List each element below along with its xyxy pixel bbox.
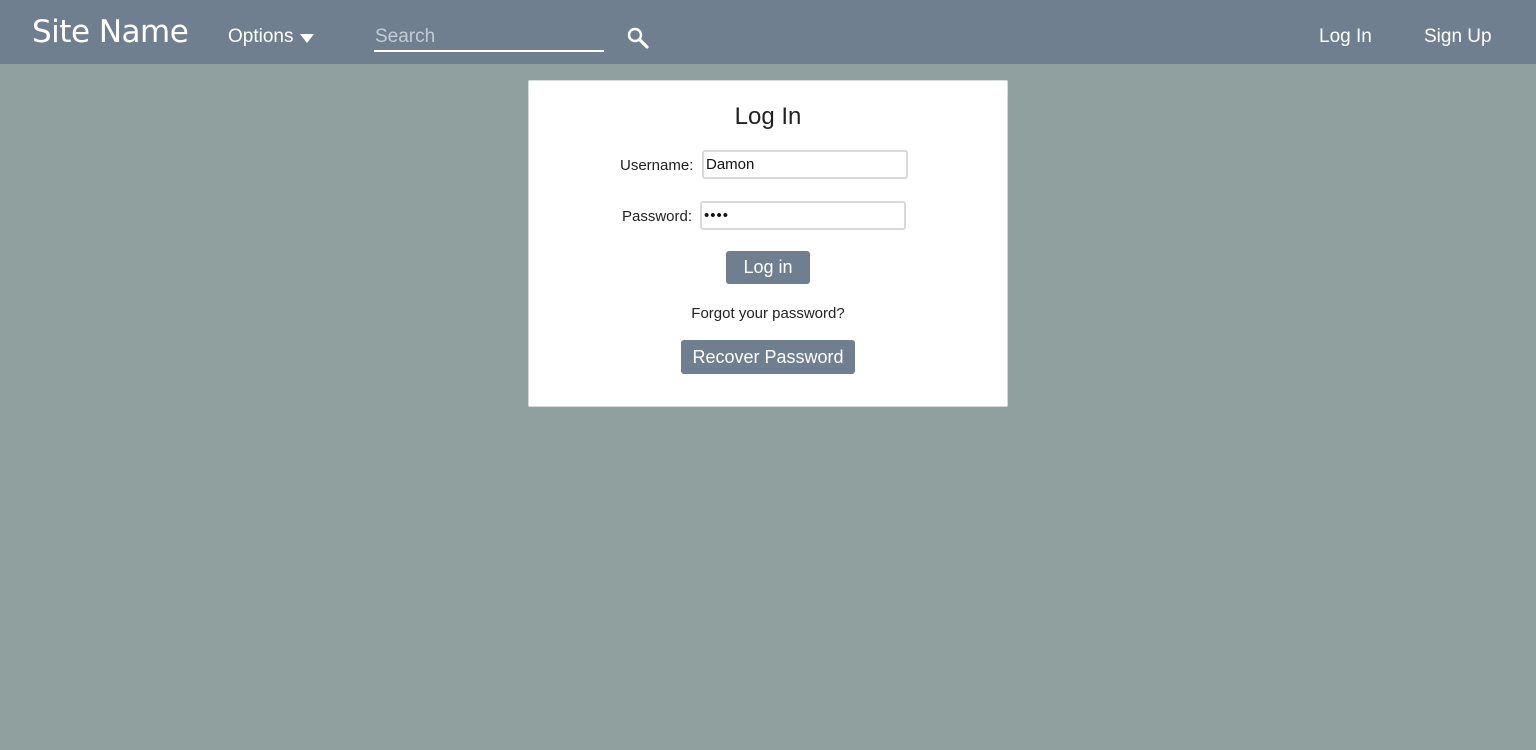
login-title: Log In [734,103,802,130]
magnifier-icon [627,27,649,49]
password-input[interactable] [700,201,906,230]
forgot-password-text: Forgot your password? [691,305,845,322]
password-label: Password: [622,208,693,225]
nav-login-link[interactable]: Log In [1319,24,1372,50]
username-input[interactable] [702,150,908,179]
nav-signup-link[interactable]: Sign Up [1424,24,1492,50]
search-button[interactable] [624,24,652,52]
options-dropdown[interactable]: Options [228,24,315,50]
recover-password-button[interactable]: Recover Password [681,340,855,374]
search-input[interactable] [374,23,604,52]
top-navbar: Site Name Options Log In Sign Up [0,0,1536,64]
site-name-logo[interactable]: Site Name [32,14,189,50]
options-label: Options [228,26,294,47]
login-card: Log In Username: Password: Log in Forgot… [528,80,1008,407]
login-button[interactable]: Log in [726,251,810,284]
caret-down-icon [300,33,315,43]
username-label: Username: [620,157,694,174]
